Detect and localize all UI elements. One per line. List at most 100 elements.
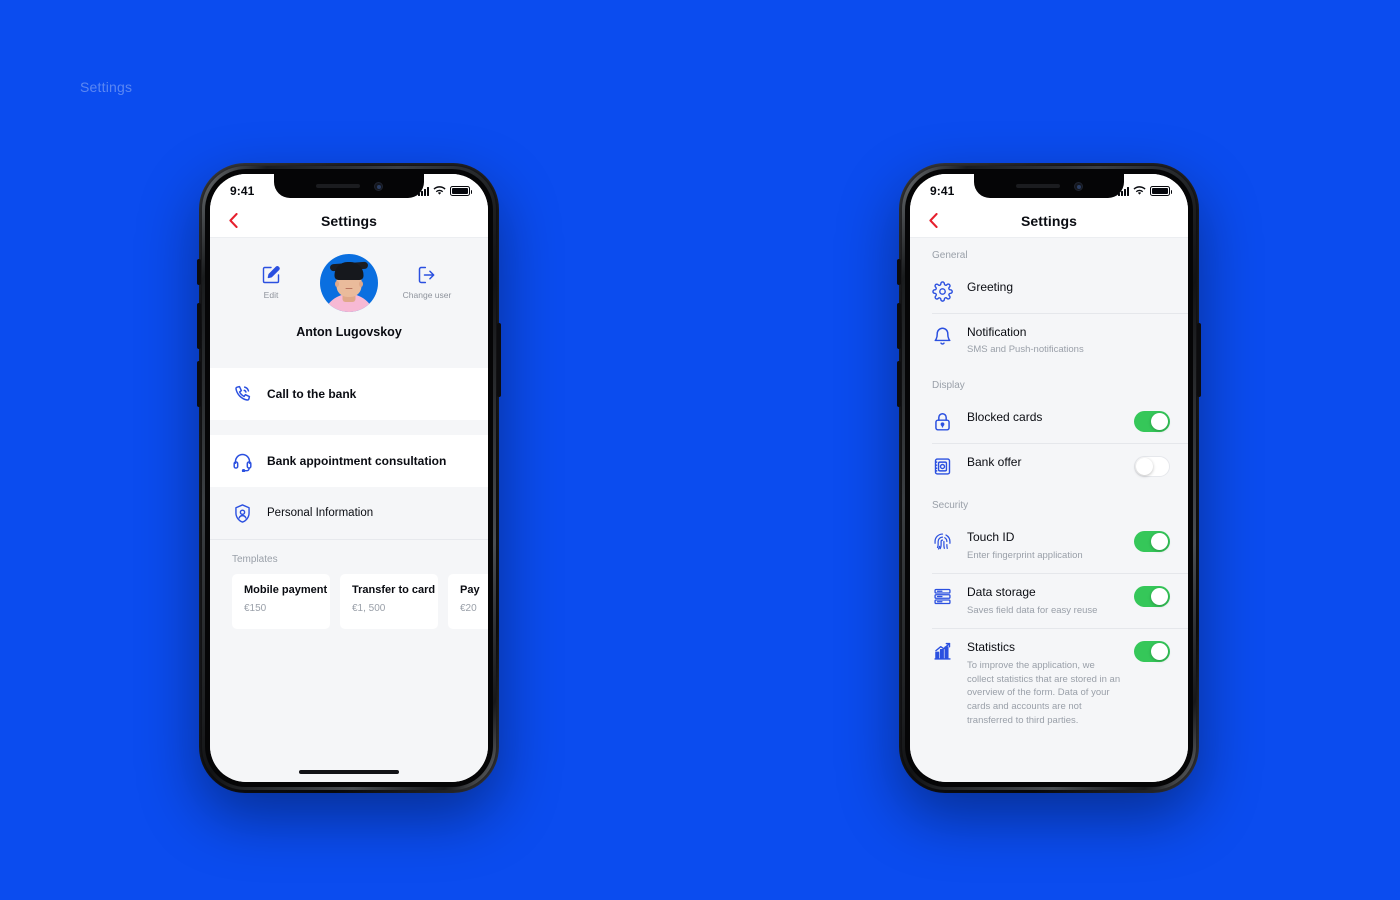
power-button[interactable] [497,323,501,397]
toggle-bank-offer[interactable] [1134,456,1170,478]
template-card[interactable]: Mobile payment €150 [232,574,330,629]
avatar[interactable] [320,254,378,312]
content-left: Edit Change user Anton Lugovskoy Call to… [210,238,488,782]
fingerprint-icon [932,530,954,552]
section-label-general: General [910,238,1188,269]
volume-down-button[interactable] [897,361,901,407]
template-card[interactable]: Transfer to card €1, 500 [340,574,438,629]
setting-row-data-storage[interactable]: Data storage Saves field data for easy r… [932,574,1188,630]
wifi-icon [433,186,446,196]
setting-text: Bank offer [967,455,1121,469]
gear-icon [932,280,954,302]
volume-down-button[interactable] [197,361,201,407]
phone-call-icon [232,384,253,405]
status-time: 9:41 [230,184,255,198]
templates-section-label: Templates [210,540,488,574]
toggle-blocked-cards[interactable] [1134,411,1170,433]
setting-title: Blocked cards [967,410,1043,425]
lock-icon [932,410,954,432]
setting-text: Touch ID Enter fingerprint application [967,530,1121,562]
edit-profile-button[interactable]: Edit [244,265,298,301]
power-button[interactable] [1197,323,1201,397]
setting-text: Greeting [967,280,1170,294]
bank-offer-icon [932,455,954,477]
template-title: Pay [460,584,480,596]
page-title: Settings [80,79,133,95]
setting-title: Data storage [967,585,1036,600]
setting-subtitle: Saves field data for easy reuse [967,604,1098,616]
status-icons [418,182,472,196]
screen-right: 9:41 Settings General Greeting Notificat… [910,174,1188,782]
toggle-data-storage[interactable] [1134,586,1170,608]
setting-title: Statistics [967,640,1016,655]
setting-title: Bank offer [967,455,1022,470]
avatar-ear-left [335,281,339,287]
templates-strip[interactable]: Mobile payment €150 Transfer to card €1,… [210,574,488,629]
silent-switch[interactable] [897,259,901,285]
setting-title: Notification [967,325,1027,339]
setting-subtitle: SMS and Push-notifications [967,344,1084,356]
setting-row-touch-id[interactable]: Touch ID Enter fingerprint application [932,519,1188,575]
back-button[interactable] [224,212,242,230]
edit-profile-label: Edit [263,290,279,301]
template-card[interactable]: Pay €20 [448,574,488,629]
phone-mockup-right: 9:41 Settings General Greeting Notificat… [897,163,1201,793]
home-indicator[interactable] [299,770,399,774]
setting-row-bank-offer[interactable]: Bank offer [932,444,1188,488]
profile-row: Edit Change user [210,254,488,312]
setting-subtitle: To improve the application, we collect s… [967,659,1121,726]
section-label-display: Display [910,368,1188,400]
status-icons [1118,182,1172,196]
avatar-cap [334,262,364,280]
toggle-knob [1151,643,1168,661]
content-right: General Greeting Notification SMS and Pu… [910,238,1188,782]
earpiece-speaker [1015,184,1060,188]
template-amount: €20 [460,603,477,614]
front-camera-icon [1073,181,1083,191]
wifi-icon [1133,186,1146,196]
section-label-security: Security [910,488,1188,520]
screen-left: 9:41 Settings Edit Change user Anton Lug… [210,174,488,782]
volume-up-button[interactable] [197,303,201,349]
shield-user-icon [232,503,253,524]
logout-arrow-icon [417,265,437,285]
toggle-statistics[interactable] [1134,641,1170,663]
setting-title: Touch ID [967,530,1015,545]
profile-name: Anton Lugovskoy [296,325,402,339]
status-time: 9:41 [930,184,955,198]
silent-switch[interactable] [197,259,201,285]
menu-item-personal-information[interactable]: Personal Information [210,487,488,540]
template-title: Transfer to card [352,584,436,596]
setting-text: Blocked cards [967,410,1121,424]
nav-bar-left: Settings [210,204,488,238]
battery-icon [450,186,472,196]
nav-title: Settings [320,212,378,229]
template-amount: €1, 500 [352,603,386,614]
setting-text: Notification SMS and Push-notifications [967,325,1170,357]
settings-group-security: Touch ID Enter fingerprint application D… [910,519,1188,739]
settings-group-general: Greeting Notification SMS and Push-notif… [910,269,1188,369]
statistics-chart-icon [932,640,954,662]
setting-row-greeting[interactable]: Greeting [932,269,1188,314]
toggle-knob [1136,458,1153,476]
back-button[interactable] [924,212,942,230]
menu-item-call-to-the-bank[interactable]: Call to the bank [210,368,488,420]
toggle-knob [1151,533,1168,551]
change-user-button[interactable]: Change user [400,265,454,301]
list-row[interactable]: Call to the bank [232,368,488,420]
edit-pencil-icon [261,265,281,285]
menu-item-label: Bank appointment consultation [267,454,447,468]
setting-row-statistics[interactable]: Statistics To improve the application, w… [932,629,1188,738]
list-row[interactable]: Bank appointment consultation [232,435,488,487]
volume-up-button[interactable] [897,303,901,349]
earpiece-speaker [315,184,360,188]
menu-item-bank-appointment-consultation[interactable]: Bank appointment consultation [210,435,488,487]
data-storage-icon [932,585,954,607]
setting-row-blocked-cards[interactable]: Blocked cards [932,399,1188,445]
toggle-knob [1151,588,1168,606]
list-row[interactable]: Personal Information [232,487,488,539]
toggle-touch-id[interactable] [1134,531,1170,553]
menu-item-label: Call to the bank [267,387,357,401]
setting-row-notification[interactable]: Notification SMS and Push-notifications [932,314,1188,368]
avatar-mouth [345,287,353,289]
